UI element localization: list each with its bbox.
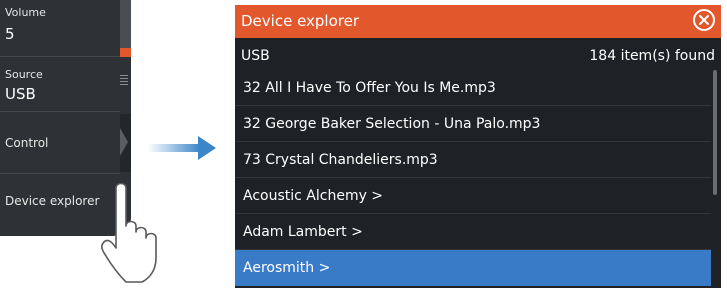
hand-pointer-icon <box>101 182 157 283</box>
scrollbar[interactable] <box>713 70 717 195</box>
volume-label: Volume <box>5 6 46 19</box>
close-button[interactable] <box>693 9 715 31</box>
control-label: Control <box>5 136 49 150</box>
current-source: USB <box>241 48 270 64</box>
volume-value: 5 <box>5 25 15 43</box>
device-explorer-dialog: Device explorer USB 184 item(s) found 32… <box>235 5 721 288</box>
file-list: 32 All I Have To Offer You Is Me.mp3 32 G… <box>235 70 711 286</box>
dialog-title: Device explorer <box>241 12 360 30</box>
explorer-subheader: USB 184 item(s) found <box>235 38 721 70</box>
item-count: 184 item(s) found <box>589 48 715 64</box>
dialog-header: Device explorer <box>235 5 721 38</box>
drag-grip-icon <box>120 75 128 87</box>
close-icon <box>699 15 709 25</box>
device-explorer-label: Device explorer <box>5 194 100 208</box>
control-item[interactable]: Control <box>0 112 120 174</box>
arrow-right-icon <box>148 136 216 160</box>
source-item[interactable]: Source USB <box>0 57 120 112</box>
source-label: Source <box>5 68 43 81</box>
volume-item[interactable]: Volume 5 <box>0 0 120 57</box>
volume-slider[interactable] <box>120 0 131 57</box>
list-item[interactable]: 73 Crystal Chandeliers.mp3 <box>235 142 711 178</box>
list-item[interactable]: 32 George Baker Selection - Una Palo.mp3 <box>235 106 711 142</box>
chevron-right-icon <box>120 114 131 172</box>
list-item[interactable]: 32 All I Have To Offer You Is Me.mp3 <box>235 70 711 106</box>
volume-slider-fill <box>120 48 131 57</box>
list-item[interactable]: Acoustic Alchemy > <box>235 178 711 214</box>
list-item[interactable]: Aerosmith > <box>235 250 711 286</box>
list-item[interactable]: Adam Lambert > <box>235 214 711 250</box>
source-value: USB <box>5 85 36 103</box>
